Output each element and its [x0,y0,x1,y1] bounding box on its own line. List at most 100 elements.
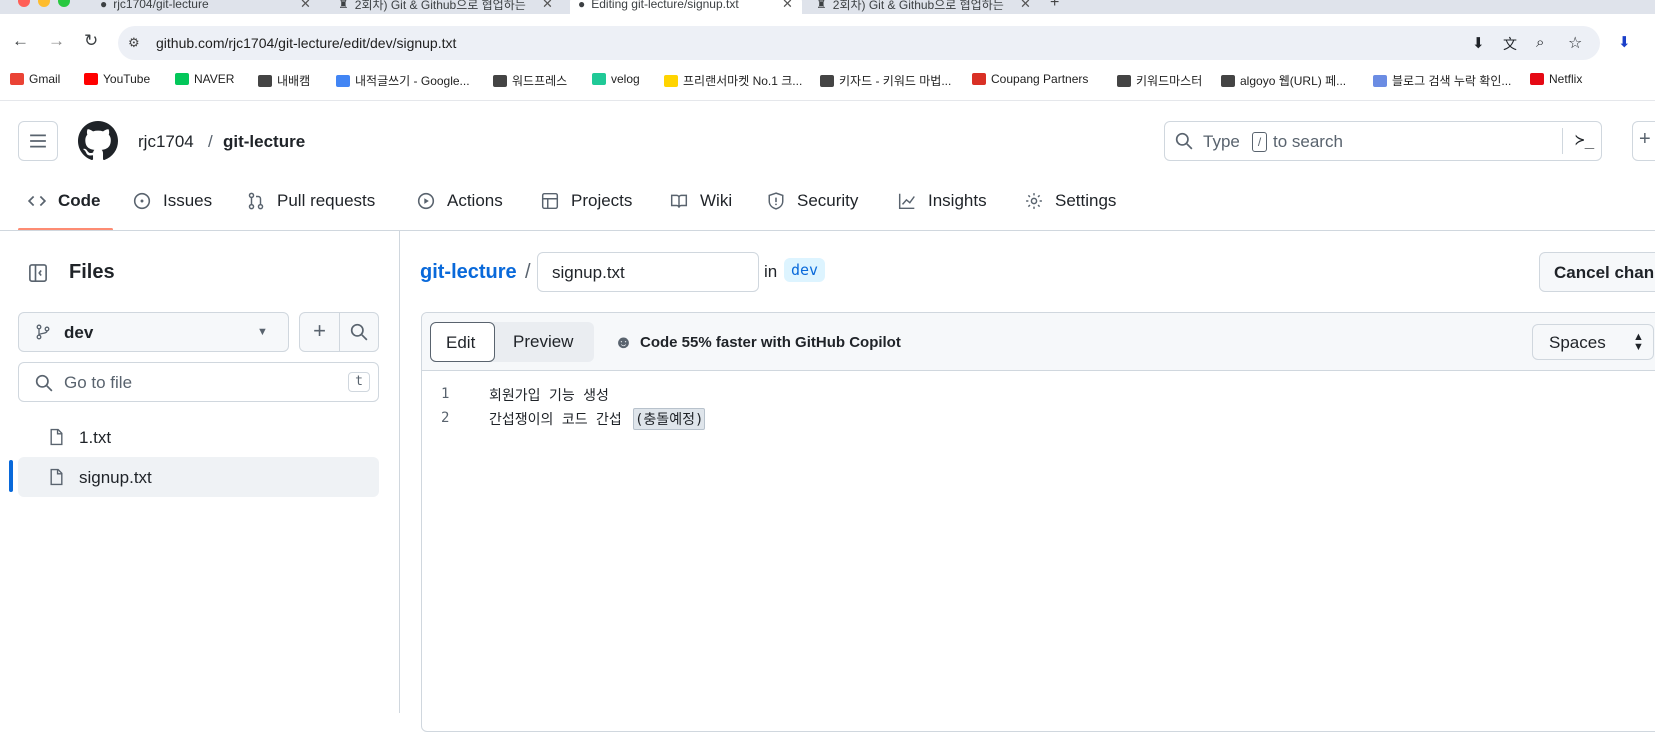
tab-insights[interactable]: Insights [898,191,987,211]
bookmark-label: 프리랜서마켓 No.1 크... [683,74,803,88]
file-tree-item[interactable]: 1.txt [18,417,379,457]
browser-tab[interactable]: ♜ 2회차) Git & Github으로 협업하는 ✕ [808,0,1038,14]
file-icon [50,428,63,446]
bookmark-label: YouTube [103,72,151,86]
close-icon[interactable]: ✕ [782,0,793,12]
cancel-changes-button[interactable]: Cancel chan [1539,252,1655,292]
bookmark-label: NAVER [194,72,235,86]
bookmark-item[interactable]: 키워드마스터 [1117,72,1202,89]
bookmark-item[interactable]: 키자드 - 키워드 마법... [820,72,951,89]
browser-tab-active[interactable]: ● Editing git-lecture/signup.txt ✕ [570,0,802,14]
code-line[interactable]: 회원가입 기능 생성 [489,385,609,405]
close-icon[interactable]: ✕ [542,0,553,12]
tab-actions[interactable]: Actions [417,191,503,211]
install-icon[interactable]: ⬇ [1472,34,1485,52]
bookmark-item[interactable]: 프리랜서마켓 No.1 크... [664,72,802,89]
play-icon [417,192,435,210]
indent-mode-select[interactable]: Spaces ▲ ▼ [1532,324,1654,360]
zoom-icon[interactable]: ⌕ [1536,34,1544,51]
copilot-promo-link[interactable]: Code 55% faster with GitHub Copilot [640,334,901,351]
tab-preview[interactable]: Preview [500,322,592,362]
panel-divider[interactable] [399,231,400,713]
bookmark-item[interactable]: NAVER [175,72,234,86]
wand-icon [820,74,834,87]
go-to-file-input[interactable]: Go to file t [18,362,379,402]
bookmark-item[interactable]: 워드프레스 [493,72,567,89]
search-icon[interactable] [350,323,368,341]
new-tab-icon[interactable]: + [1050,0,1059,12]
bookmark-item[interactable]: Coupang Partners [972,72,1088,86]
reload-icon[interactable]: ↻ [84,31,98,51]
forward-icon[interactable]: → [48,31,65,51]
bookmark-item[interactable]: 내배캠 [258,72,310,89]
graph-icon [898,193,915,210]
netflix-icon [1530,73,1544,85]
url-text[interactable]: github.com/rjc1704/git-lecture/edit/dev/… [156,35,456,51]
kmong-icon [664,74,678,87]
code-line[interactable]: 간섭쟁이의 코드 간섭 [489,409,630,429]
close-icon[interactable]: ✕ [1020,0,1031,12]
extension-icon[interactable]: ⬇ [1618,33,1631,51]
naver-icon [175,73,189,85]
tab-wiki[interactable]: Wiki [670,191,732,211]
search-input[interactable]: Type / to search ≻_ [1164,121,1602,161]
tab-edit[interactable]: Edit [430,322,495,362]
divider [1562,128,1563,154]
tab-issues[interactable]: Issues [133,191,212,211]
tab-settings[interactable]: Settings [1025,191,1116,211]
window-maximize-dot[interactable] [58,0,70,7]
bookmark-item[interactable]: YouTube [84,72,150,86]
repo-name-link[interactable]: git-lecture [223,132,305,152]
file-tree-item-selected[interactable]: signup.txt [18,457,379,497]
bookmark-item[interactable]: 블로그 검색 누락 확인... [1373,72,1511,89]
bookmark-label: velog [611,72,640,86]
collapse-panel-button[interactable] [18,253,58,293]
files-panel-title: Files [69,261,115,283]
tab-security[interactable]: Security [767,191,858,211]
browser-tab[interactable]: ♜ 2회차) Git & Github으로 협업하는 ✕ [330,0,560,14]
bookmark-item[interactable]: Gmail [10,72,60,86]
window-minimize-dot[interactable] [38,0,50,7]
bookmark-label: algoyo 웹(URL) 페... [1240,74,1347,88]
command-palette-icon[interactable]: ≻_ [1575,130,1594,149]
browser-tab[interactable]: ● rjc1704/git-lecture ✕ [92,0,320,14]
editor-toolbar [422,313,1655,371]
breadcrumb-separator: / [208,132,213,151]
branch-selector[interactable]: dev ▼ [18,312,289,352]
search-shortcut-key: / [1252,132,1267,152]
breadcrumb-repo-link[interactable]: git-lecture [420,261,517,284]
file-actions-group: + [299,312,379,352]
site-info-icon[interactable]: ⚙ [128,35,140,51]
file-name: 1.txt [79,428,112,447]
repo-owner-link[interactable]: rjc1704 [138,132,194,152]
velog-icon [592,73,606,85]
search-placeholder: Type [1203,132,1240,151]
window-close-dot[interactable] [18,0,30,7]
line-number: 2 [441,410,450,426]
create-new-button[interactable]: + [1632,121,1655,161]
bookmark-label: 워드프레스 [512,74,568,88]
bookmark-item[interactable]: velog [592,72,640,86]
branch-badge: dev [784,258,826,282]
translate-icon[interactable]: 文 [1503,34,1517,54]
bookmark-item[interactable]: algoyo 웹(URL) 페... [1221,72,1346,89]
tab-projects[interactable]: Projects [541,191,632,211]
bookmark-item[interactable]: Netflix [1530,72,1582,86]
github-logo-icon[interactable] [78,121,118,161]
folder-icon [258,74,272,87]
branch-name: dev [64,323,94,342]
search-icon [1175,132,1193,150]
menu-button[interactable] [18,121,58,161]
tab-pull-requests[interactable]: Pull requests [247,191,375,211]
tab-code[interactable]: Code [28,191,101,211]
add-file-button[interactable]: + [300,313,340,351]
bookmark-label: 키자드 - 키워드 마법... [839,74,952,88]
bookmark-label: 키워드마스터 [1136,74,1203,88]
filename-input[interactable]: signup.txt [537,252,759,292]
close-icon[interactable]: ✕ [300,0,311,12]
browser-tab-strip: ● rjc1704/git-lecture ✕ ♜ 2회차) Git & Git… [0,0,1655,14]
select-arrows-icon: ▲ ▼ [1633,331,1644,353]
bookmark-item[interactable]: 내적글쓰기 - Google... [336,72,470,89]
back-icon[interactable]: ← [12,31,29,51]
bookmark-star-icon[interactable]: ☆ [1568,33,1582,53]
